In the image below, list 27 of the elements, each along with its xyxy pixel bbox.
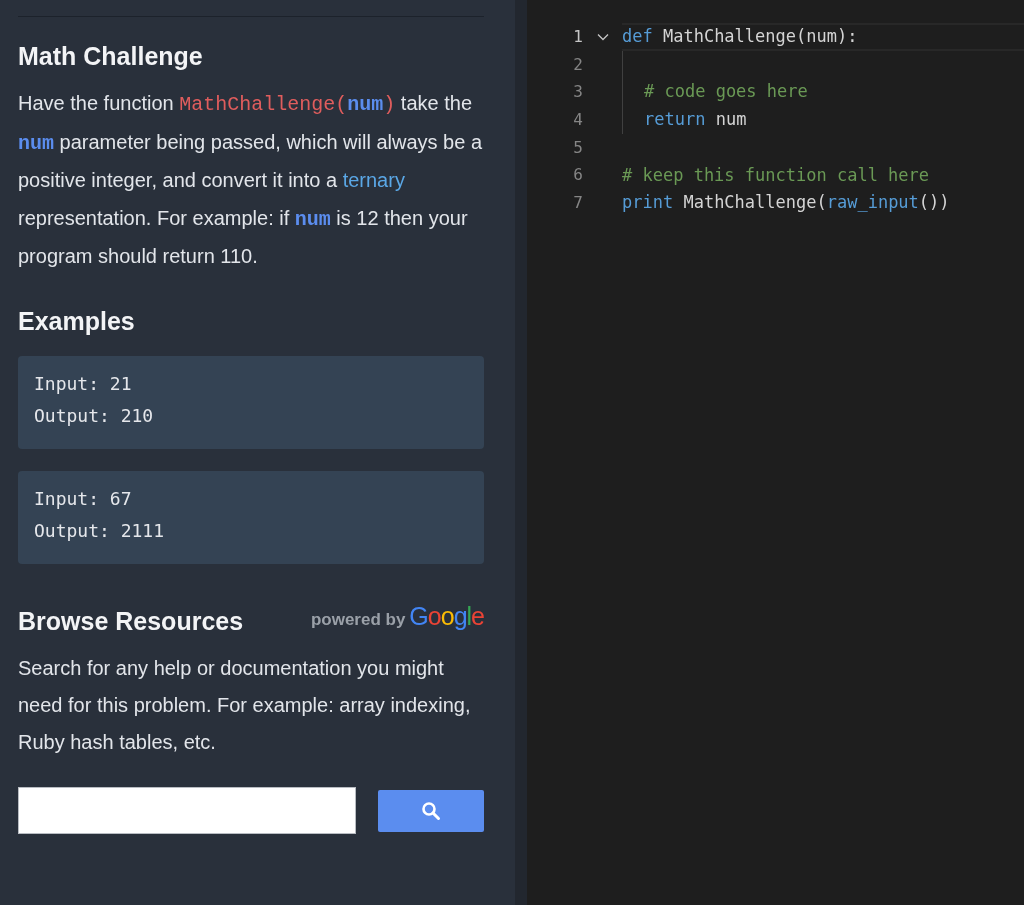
line-number: 5	[572, 136, 583, 159]
challenge-description: Have the function MathChallenge(num) take the num parameter being passed, which will always be a positive integer, and convert it into a ternary representation. For example: if num is 12 then your program should return 110.	[18, 91, 483, 269]
line-number: 2	[572, 53, 583, 76]
search-icon	[421, 800, 441, 821]
chevron-down-icon[interactable]	[596, 32, 609, 41]
line-number: 4	[572, 108, 583, 131]
section-heading: Examples	[18, 305, 136, 336]
example-output-text: Output: 2111	[34, 518, 165, 543]
example-input-text: Input: 21	[34, 371, 132, 396]
code-line: return num	[644, 108, 747, 132]
example-output-text: Output: 210	[34, 403, 154, 428]
resources-description: Search for any help or documentation you might need for this problem. For example: array indexing, Ruby hash tables, etc.	[18, 656, 472, 755]
line-number: 7	[572, 191, 583, 214]
line-number: 1	[572, 25, 583, 48]
powered-by-label: powered by	[310, 608, 406, 631]
code-line: def MathChallenge(num):	[622, 25, 858, 49]
code-line: # code goes here	[644, 80, 808, 104]
code-line: print MathChallenge(raw_input())	[622, 191, 950, 215]
section-heading: Browse Resources	[18, 606, 244, 636]
code-line: # keep this function call here	[622, 163, 930, 187]
challenge-title: Math Challenge	[18, 41, 204, 71]
search-button[interactable]	[378, 789, 484, 832]
search-field[interactable]	[18, 787, 356, 834]
line-number: 3	[572, 81, 583, 104]
google-logo: Google	[409, 603, 484, 629]
example-input-text: Input: 67	[34, 486, 132, 511]
line-number: 6	[572, 164, 583, 187]
